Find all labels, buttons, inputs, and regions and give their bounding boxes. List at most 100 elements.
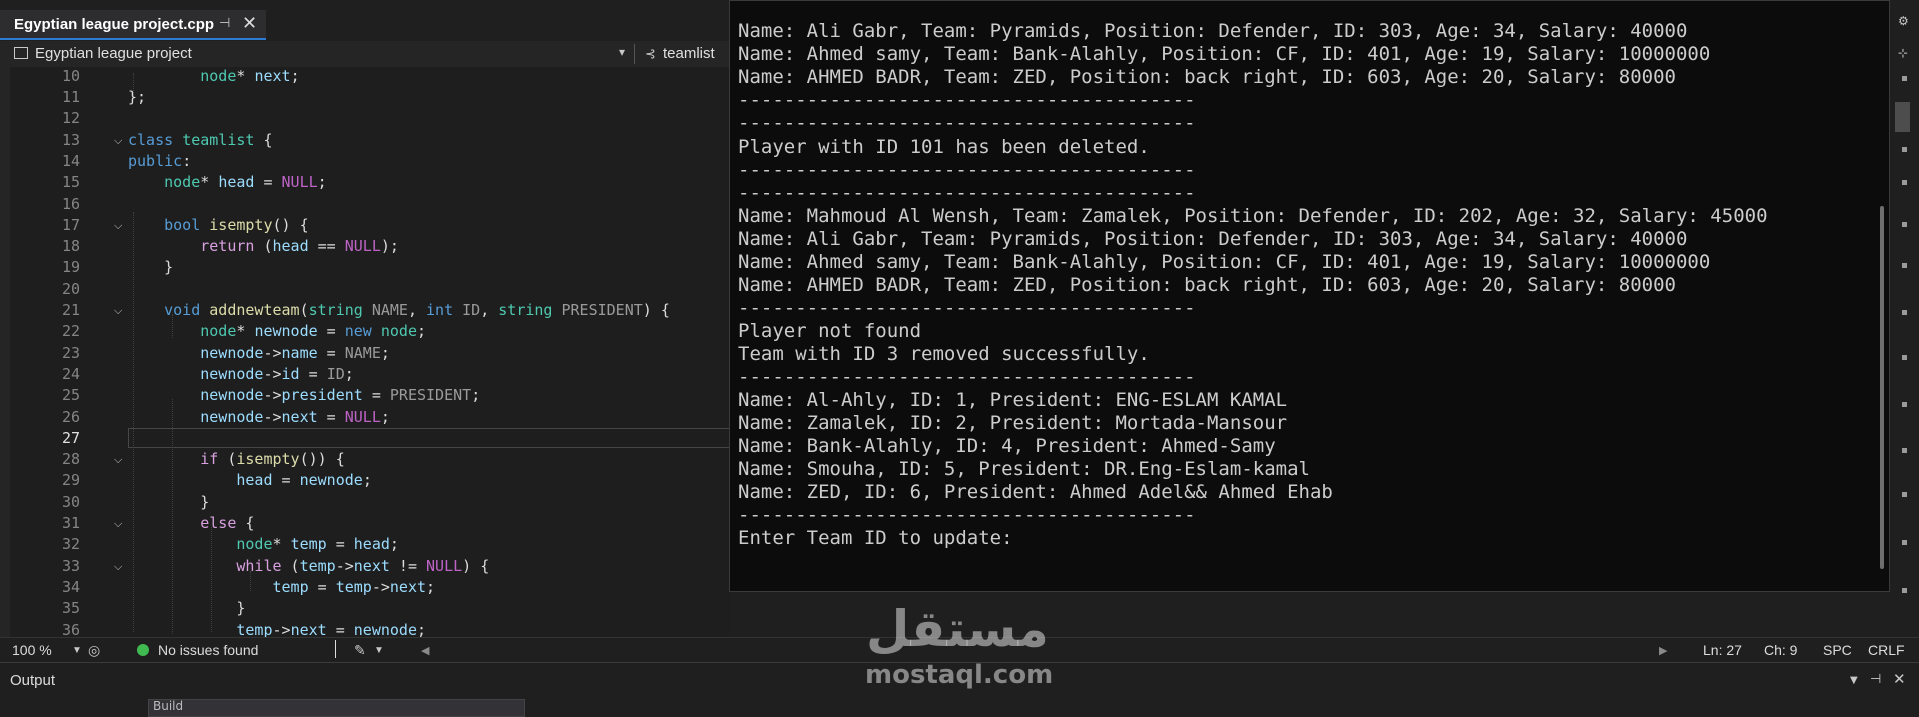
code-line: node* newnode = new node; (200, 322, 427, 340)
console-line: Enter Team ID to update: (738, 527, 1013, 549)
line-number: 10 (61, 67, 80, 85)
line-number: 19 (61, 258, 80, 276)
line-number: 11 (61, 88, 80, 106)
fold-chevron-icon[interactable]: ⌵ (114, 517, 122, 531)
console-line: Name: Bank-Alahly, ID: 4, President: Ahm… (738, 435, 1276, 457)
console-line: Player not found (738, 320, 922, 342)
fold-chevron-icon[interactable]: ⌵ (114, 134, 122, 148)
line-number: 33 (61, 557, 80, 575)
code-line: while (temp->next != NULL) { (236, 557, 490, 575)
line-number: 17 (61, 216, 80, 234)
chevron-down-icon[interactable]: ▼ (374, 645, 384, 656)
copilot-icon[interactable]: ◎ (88, 642, 100, 659)
code-line: newnode->id = ID; (200, 365, 354, 383)
tab-egyptian-league-project[interactable]: Egyptian league project.cpp ⊣ ✕ (0, 10, 266, 40)
split-icon[interactable]: ⊹ (1898, 46, 1908, 60)
code-line: else { (200, 514, 255, 532)
chevron-down-icon[interactable]: ▼ (72, 645, 82, 656)
code-line: node* temp = head; (236, 535, 399, 553)
whitespace-indicator[interactable]: SPC (1823, 642, 1852, 658)
code-line: return (head == NULL); (200, 237, 399, 255)
watermark-text: mostaql.com (865, 660, 1054, 690)
line-number-current: 27 (61, 429, 80, 447)
code-line: temp = temp->next; (272, 578, 436, 596)
class-scope-icon: ⊰ (645, 47, 656, 62)
console-line: Name: Ahmed samy, Team: Bank-Alahly, Pos… (738, 43, 1711, 65)
issues-status[interactable]: No issues found (158, 642, 258, 658)
chevron-down-icon[interactable]: ▼ (1850, 675, 1858, 686)
tab-title: Egyptian league project.cpp (14, 16, 215, 33)
scroll-right-icon[interactable]: ▶ (1659, 644, 1667, 657)
output-source-label: Build (153, 699, 184, 713)
line-number: 25 (61, 386, 80, 404)
line-number: 20 (61, 280, 80, 298)
scroll-marker (1902, 492, 1907, 497)
close-icon[interactable]: ✕ (1893, 670, 1906, 688)
console-line: Team with ID 3 removed successfully. (738, 343, 1150, 365)
code-editor[interactable]: 10 11 12 13 14 15 16 17 18 19 20 21 22 2… (0, 67, 730, 637)
code-line: } (128, 493, 210, 511)
console-scrollbar[interactable] (1880, 206, 1884, 569)
code-line: if (isempty()) { (200, 450, 345, 468)
editor-margin (0, 67, 10, 637)
current-line-highlight (128, 428, 730, 448)
navigation-bar: Egyptian league project ▾ ⊰ teamlist (0, 41, 730, 68)
code-line: node* head = NULL; (164, 173, 327, 191)
line-number: 21 (61, 301, 80, 319)
console-line: Name: AHMED BADR, Team: ZED, Position: b… (738, 66, 1676, 88)
close-icon[interactable]: ✕ (242, 13, 257, 34)
scroll-marker (1902, 355, 1907, 360)
line-number: 15 (61, 173, 80, 191)
code-line: newnode->name = NAME; (200, 344, 390, 362)
code-line: class teamlist { (128, 131, 273, 149)
console-line: Name: Ahmed samy, Team: Bank-Alahly, Pos… (738, 251, 1711, 273)
output-panel-title: Output (10, 672, 56, 689)
scope-dropdown[interactable]: teamlist (663, 45, 715, 62)
line-number: 13 (61, 131, 80, 149)
line-number: 12 (61, 109, 80, 127)
line-indicator[interactable]: Ln: 27 (1703, 642, 1742, 658)
fold-chevron-icon[interactable]: ⌵ (114, 219, 122, 233)
console-window[interactable]: Name: Ali Gabr, Team: Pyramids, Position… (729, 0, 1890, 592)
editor-vertical-scrollbar[interactable]: ⚙ ⊹ (1890, 0, 1919, 637)
console-line: ---------------------------------------- (738, 89, 1196, 111)
scroll-marker (1902, 263, 1907, 268)
scroll-marker (1902, 180, 1907, 185)
code-line: newnode->president = PRESIDENT; (200, 386, 481, 404)
cleanup-brush-icon[interactable]: ✎ (354, 642, 366, 659)
line-number: 23 (61, 344, 80, 362)
code-line: }; (128, 88, 147, 106)
chevron-down-icon[interactable]: ▾ (619, 45, 625, 59)
zoom-level[interactable]: 100 % (12, 642, 52, 658)
console-line: ---------------------------------------- (738, 504, 1196, 526)
scrollbar-thumb[interactable] (1895, 102, 1910, 132)
pin-icon[interactable]: ⊣ (219, 16, 230, 31)
line-number: 35 (61, 599, 80, 617)
scroll-marker (1902, 76, 1907, 81)
project-dropdown[interactable]: Egyptian league project (35, 45, 192, 62)
fold-chevron-icon[interactable]: ⌵ (114, 304, 122, 318)
scroll-marker (1902, 402, 1907, 407)
line-number: 28 (61, 450, 80, 468)
gear-icon[interactable]: ⚙ (1898, 14, 1909, 28)
code-line: temp->next = newnode; (236, 621, 427, 637)
console-line: ---------------------------------------- (738, 159, 1196, 181)
scroll-marker (1902, 588, 1907, 593)
console-line: Name: Ali Gabr, Team: Pyramids, Position… (738, 20, 1688, 42)
console-line: Name: Ali Gabr, Team: Pyramids, Position… (738, 228, 1688, 250)
pin-icon[interactable]: ⊣ (1870, 672, 1881, 687)
code-line: } (128, 258, 174, 276)
fold-chevron-icon[interactable]: ⌵ (114, 453, 122, 467)
column-indicator[interactable]: Ch: 9 (1764, 642, 1797, 658)
code-line: } (128, 599, 246, 617)
output-source-select[interactable]: Build (148, 699, 525, 717)
code-line: bool isempty() { (164, 216, 309, 234)
fold-chevron-icon[interactable]: ⌵ (114, 560, 122, 574)
line-ending-indicator[interactable]: CRLF (1868, 642, 1905, 658)
scroll-marker (1902, 448, 1907, 453)
console-line: Name: ZED, ID: 6, President: Ahmed Adel&… (738, 481, 1333, 503)
line-number: 22 (61, 322, 80, 340)
code-line: public: (128, 152, 192, 170)
line-number: 34 (61, 578, 80, 596)
scroll-left-icon[interactable]: ◀ (421, 644, 429, 657)
